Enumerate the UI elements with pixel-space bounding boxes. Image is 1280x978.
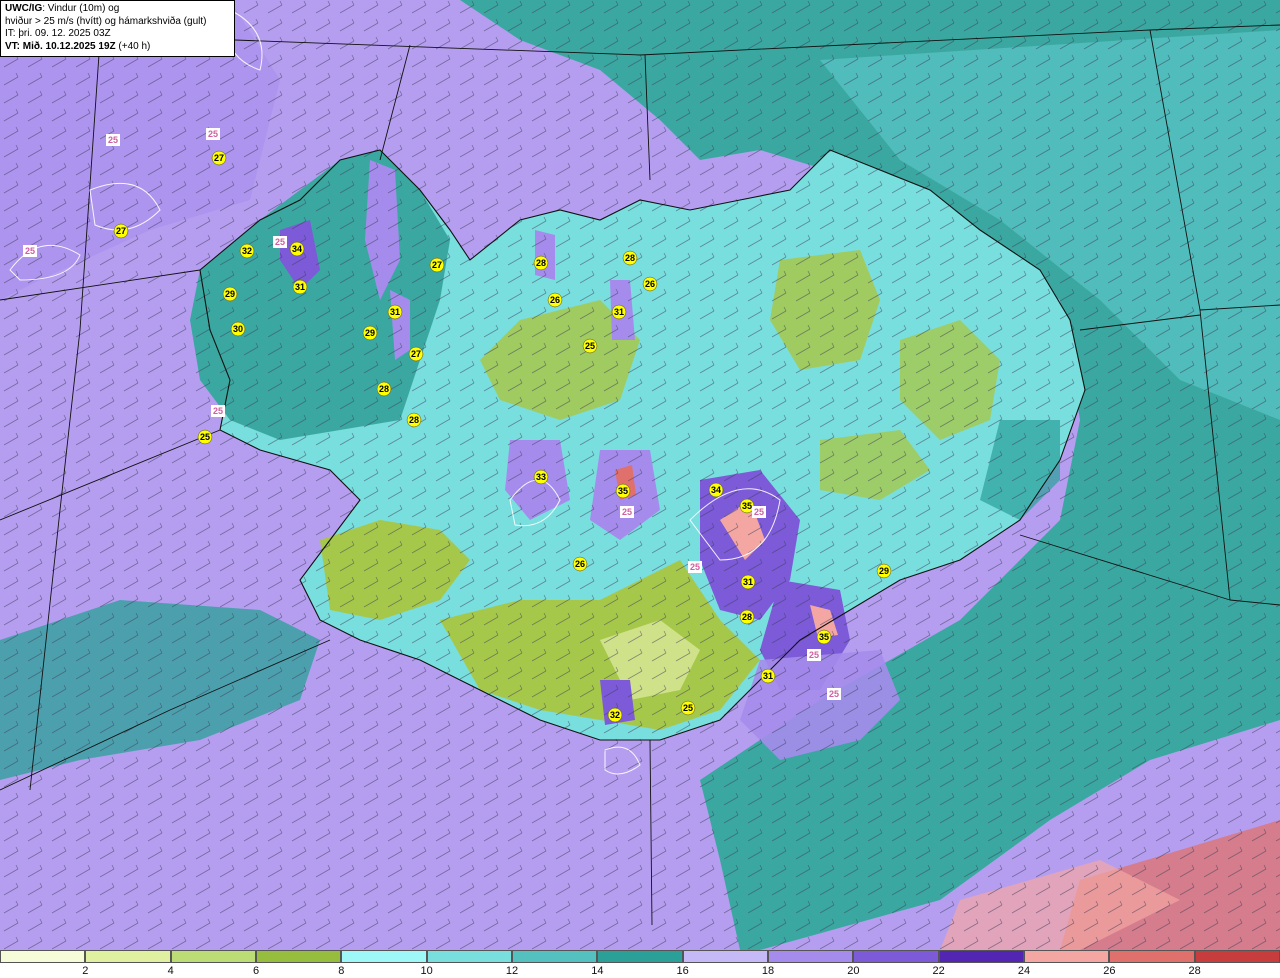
gust-label-text: 25 <box>690 562 700 572</box>
gust-label-text: 31 <box>390 307 400 317</box>
colorbar-segment <box>512 950 598 963</box>
gust-label-text: 28 <box>625 253 635 263</box>
gust-label-text: 32 <box>610 710 620 720</box>
colorbar-tick-label: 16 <box>676 965 689 977</box>
model-name: UWC/IG <box>5 3 43 14</box>
colorbar-tick-label: 6 <box>252 965 260 977</box>
gust-label-text: 34 <box>292 244 302 254</box>
colorbar-segment <box>682 950 768 963</box>
colorbar-segment <box>85 950 171 963</box>
colorbar-segment <box>256 950 342 963</box>
wind-speed-colorbar: 2 4 6 8 10 12 14 16 18 20 22 24 26 28 <box>0 950 1280 978</box>
colorbar-tick-label: 22 <box>932 965 945 977</box>
colorbar-tick-label: 2 <box>82 965 89 977</box>
colorbar-tick-label: 4 <box>167 965 174 977</box>
gust-label-text: 27 <box>214 153 224 163</box>
colorbar-segment <box>1109 950 1195 963</box>
colorbar-tick-label: 18 <box>761 965 775 977</box>
gust-label-text: 25 <box>829 689 839 699</box>
gust-label-text: 25 <box>200 432 210 442</box>
colorbar-tick-label: 28 <box>1188 965 1201 977</box>
gust-label-text: 29 <box>225 289 235 299</box>
colorbar-segment <box>0 950 86 963</box>
gust-label-text: 28 <box>742 612 752 622</box>
gust-label-text: 27 <box>411 349 421 359</box>
colorbar-segment <box>768 950 854 963</box>
colorbar-segment <box>170 950 256 963</box>
colorbar-tick-label: 12 <box>505 965 519 977</box>
gust-label-text: 25 <box>683 703 693 713</box>
gust-label-text: 26 <box>645 279 655 289</box>
colorbar-tick-label: 24 <box>1017 965 1031 977</box>
gust-label-text: 35 <box>742 501 752 511</box>
colorbar-tick-label: 10 <box>420 965 433 977</box>
title-line3: IT: þri. 09. 12. 2025 03Z <box>5 28 111 40</box>
colorbar-segment <box>341 950 427 963</box>
colorbar-segment <box>853 950 939 963</box>
gust-label-text: 25 <box>622 507 632 517</box>
gust-label-text: 28 <box>379 384 389 394</box>
wind-barbs-layer <box>0 0 1280 950</box>
colorbar-tick-label: 20 <box>847 965 860 977</box>
gust-label-text: 25 <box>275 237 285 247</box>
gust-label-text: 31 <box>763 671 773 681</box>
gust-label-text: 25 <box>208 129 218 139</box>
colorbar-segment <box>1024 950 1110 963</box>
gust-label-text: 28 <box>409 415 419 425</box>
gust-label-text: 25 <box>809 650 819 660</box>
colorbar-segment <box>938 950 1024 963</box>
gust-label-text: 34 <box>711 485 721 495</box>
colorbar-tick-label: 8 <box>338 965 345 977</box>
gust-label-text: 27 <box>116 226 126 236</box>
gust-label-text: 25 <box>108 135 118 145</box>
weather-map: 25 27 25 27 25 32 25 34 31 29 30 25 27 31 29 27 28 28 25 28… <box>0 0 1280 950</box>
gust-label-text: 30 <box>233 324 243 334</box>
forecast-hour: (+40 h) <box>115 40 151 52</box>
gust-label-text: 26 <box>550 295 560 305</box>
colorbar-segment <box>1194 950 1280 963</box>
colorbar-segment <box>426 950 512 963</box>
gust-label-text: 26 <box>575 559 585 569</box>
gust-label-text: 25 <box>25 246 35 256</box>
map-title-box: UWC/IG: Vindur (10m) og hviður > 25 m/s … <box>0 0 235 57</box>
gust-label-text: 25 <box>754 507 764 517</box>
gust-label-text: 35 <box>618 486 628 496</box>
gust-label-text: 28 <box>536 258 546 268</box>
title-line2: hviður > 25 m/s (hvítt) og hámarkshviða … <box>5 15 207 27</box>
valid-time: VT: Mið. 10.12.2025 19Z <box>5 40 116 52</box>
gust-label-text: 29 <box>365 328 375 338</box>
gust-label-text: 31 <box>295 282 305 292</box>
gust-label-text: 25 <box>585 341 595 351</box>
gust-label-text: 32 <box>242 246 252 256</box>
wind-map-canvas: 25 27 25 27 25 32 25 34 31 29 30 25 27 31 29 27 28 28 25 28… <box>0 0 1280 950</box>
gust-label-text: 27 <box>432 260 442 270</box>
gust-label-text: 29 <box>879 566 889 576</box>
colorbar-segment <box>597 950 683 963</box>
gust-label-text: 35 <box>819 632 829 642</box>
gust-label-text: 25 <box>213 406 223 416</box>
colorbar-tick-label: 26 <box>1103 965 1116 977</box>
gust-label-text: 33 <box>536 472 546 482</box>
colorbar-tick-label: 14 <box>591 965 604 977</box>
gust-label-text: 31 <box>743 577 753 587</box>
gust-label-text: 31 <box>614 307 624 317</box>
title-line1: : Vindur (10m) og <box>42 3 120 14</box>
